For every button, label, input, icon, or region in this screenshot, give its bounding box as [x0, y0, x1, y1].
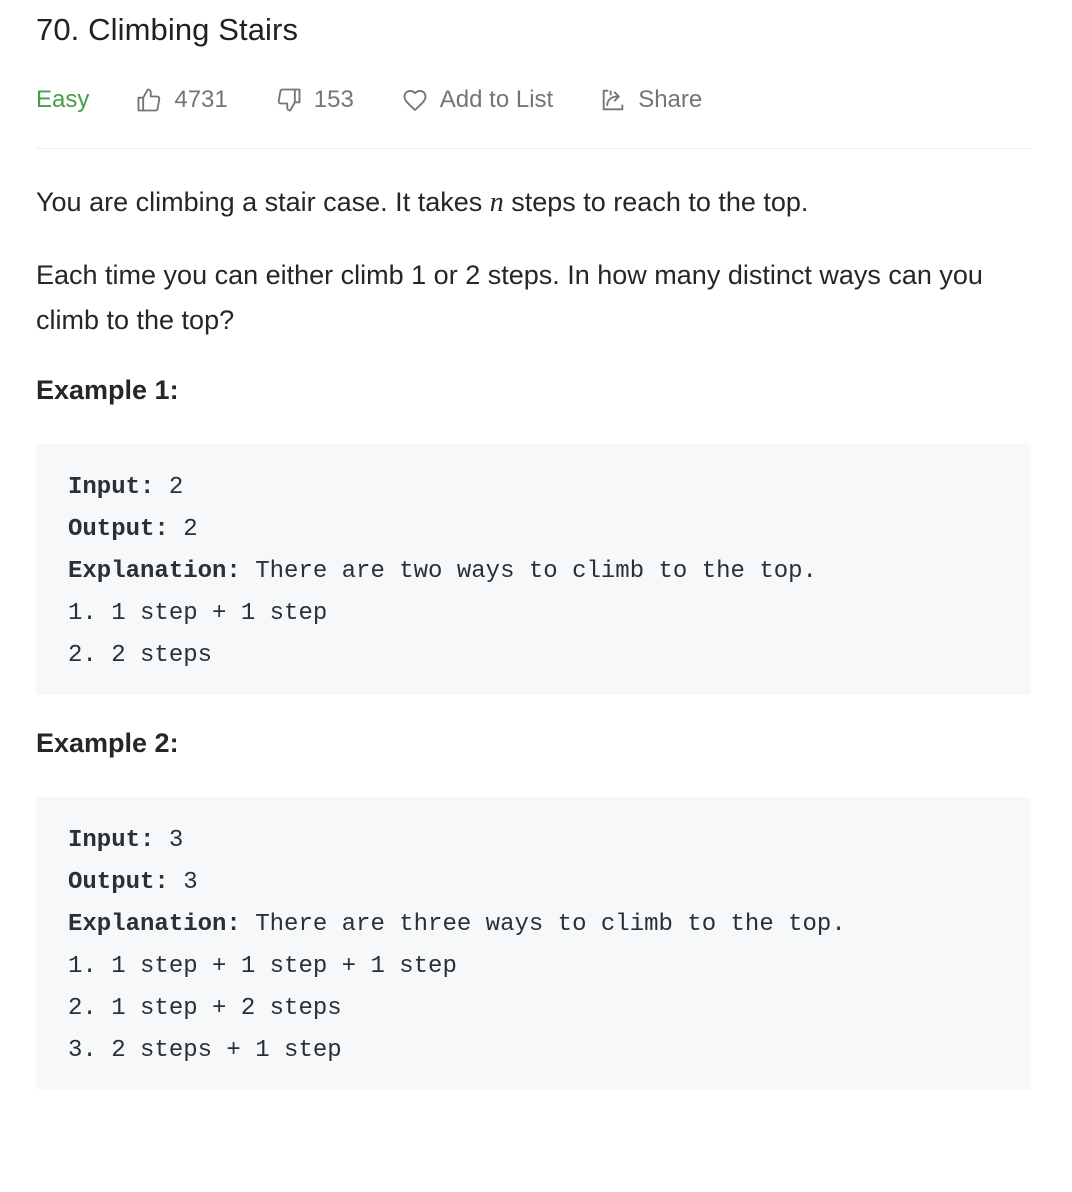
description-paragraph-1: You are climbing a stair case. It takes … — [36, 187, 809, 218]
like-button[interactable]: 4731 — [135, 86, 228, 114]
example-1-input: Input: 2 — [68, 474, 184, 501]
like-count: 4731 — [174, 86, 228, 113]
share-icon — [602, 89, 624, 111]
example-2-line-3: 3. 2 steps + 1 step — [68, 1037, 342, 1064]
dislike-button[interactable]: 153 — [275, 86, 354, 114]
example-1-line-2: 2. 2 steps — [68, 642, 213, 669]
example-2-explanation: Explanation: There are three ways to cli… — [68, 911, 846, 938]
share-label: Share — [638, 86, 703, 113]
example-2-input: Input: 3 — [68, 827, 184, 854]
example-1-heading: Example 1: — [36, 375, 179, 405]
difficulty-badge: Easy — [36, 86, 90, 113]
example-2-code-block: Input: 3 Output: 3 Explanation: There ar… — [36, 797, 1031, 1090]
example-1-explanation: Explanation: There are two ways to climb… — [68, 558, 817, 585]
example-2-output: Output: 3 — [68, 869, 198, 896]
heart-icon — [403, 89, 427, 111]
share-button[interactable]: Share — [599, 86, 702, 114]
example-2-heading: Example 2: — [36, 728, 179, 758]
problem-title: 70. Climbing Stairs — [36, 12, 299, 47]
problem-meta-bar: Easy 4731 153 Add to List Share — [36, 82, 1031, 118]
thumbs-down-icon — [277, 88, 301, 112]
add-to-list-button[interactable]: Add to List — [401, 86, 553, 114]
example-1-output: Output: 2 — [68, 516, 198, 543]
example-2-line-2: 2. 1 step + 2 steps — [68, 995, 342, 1022]
dislike-count: 153 — [313, 86, 354, 113]
example-2-line-1: 1. 1 step + 1 step + 1 step — [68, 953, 457, 980]
example-1-code-block: Input: 2 Output: 2 Explanation: There ar… — [36, 444, 1031, 695]
description-paragraph-2: Each time you can either climb 1 or 2 st… — [36, 260, 983, 335]
divider — [36, 148, 1031, 149]
add-to-list-label: Add to List — [439, 86, 554, 113]
variable-n: n — [489, 187, 504, 218]
example-1-line-1: 1. 1 step + 1 step — [68, 600, 328, 627]
thumbs-up-icon — [137, 88, 161, 112]
